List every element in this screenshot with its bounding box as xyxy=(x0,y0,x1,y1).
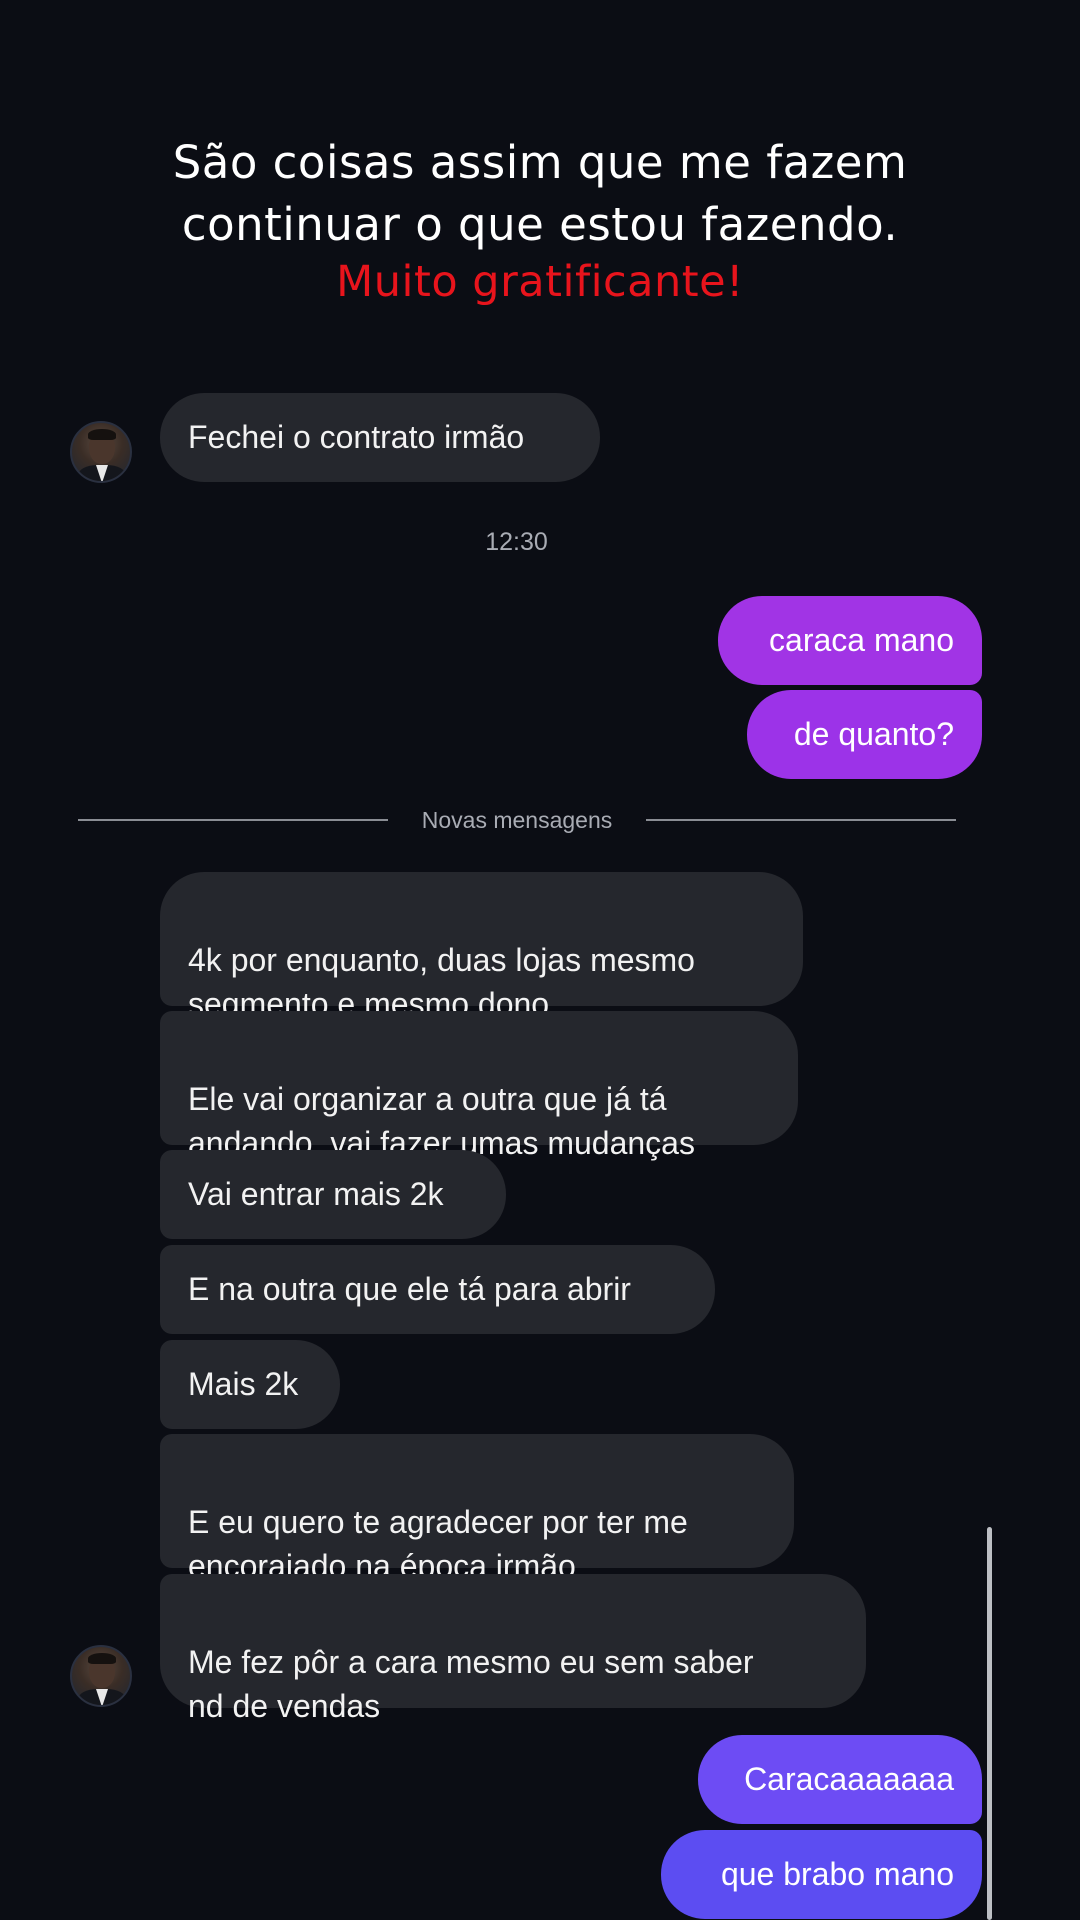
story-caption: São coisas assim que me fazem continuar … xyxy=(0,132,1080,308)
message-text: Caracaaaaaaa xyxy=(744,1761,954,1797)
new-messages-divider: Novas mensagens xyxy=(78,803,956,837)
caption-line-2: continuar o que estou fazendo. xyxy=(181,198,899,251)
message-text: 4k por enquanto, duas lojas mesmo segmen… xyxy=(188,942,695,1022)
sent-message[interactable]: de quanto? xyxy=(747,690,982,779)
received-message[interactable]: Me fez pôr a cara mesmo eu sem saber nd … xyxy=(160,1574,866,1724)
sent-message[interactable]: caraca mano xyxy=(718,596,982,685)
sent-message[interactable]: Caracaaaaaaa xyxy=(698,1735,982,1824)
message-text: Fechei o contrato irmão xyxy=(188,419,525,455)
received-message[interactable]: E eu quero te agradecer por ter me encor… xyxy=(160,1434,794,1584)
message-text: E eu quero te agradecer por ter me encor… xyxy=(188,1504,688,1584)
received-message[interactable]: Fechei o contrato irmão xyxy=(160,393,600,482)
caption-highlight: Muito gratificante! xyxy=(336,257,744,307)
message-text: caraca mano xyxy=(769,622,954,658)
message-text: E na outra que ele tá para abrir xyxy=(188,1271,631,1307)
message-text: Ele vai organizar a outra que já tá anda… xyxy=(188,1081,695,1161)
caption-line-1: São coisas assim que me fazem xyxy=(172,136,908,189)
divider-rule-right xyxy=(646,819,956,821)
received-message[interactable]: Ele vai organizar a outra que já tá anda… xyxy=(160,1011,798,1161)
contact-avatar[interactable] xyxy=(70,1645,132,1707)
received-message[interactable]: Vai entrar mais 2k xyxy=(160,1150,506,1239)
message-text: de quanto? xyxy=(793,716,954,752)
sent-message[interactable]: que brabo mano xyxy=(661,1830,982,1919)
message-timestamp: 12:30 xyxy=(485,528,548,556)
message-text: que brabo mano xyxy=(720,1856,954,1892)
message-text: Me fez pôr a cara mesmo eu sem saber nd … xyxy=(188,1644,754,1724)
message-text: Vai entrar mais 2k xyxy=(188,1176,444,1212)
message-text: Mais 2k xyxy=(188,1366,299,1402)
contact-avatar[interactable] xyxy=(70,421,132,483)
received-message[interactable]: E na outra que ele tá para abrir xyxy=(160,1245,715,1334)
scrollbar[interactable] xyxy=(987,1527,992,1920)
received-message[interactable]: Mais 2k xyxy=(160,1340,340,1429)
received-message[interactable]: 4k por enquanto, duas lojas mesmo segmen… xyxy=(160,872,803,1022)
